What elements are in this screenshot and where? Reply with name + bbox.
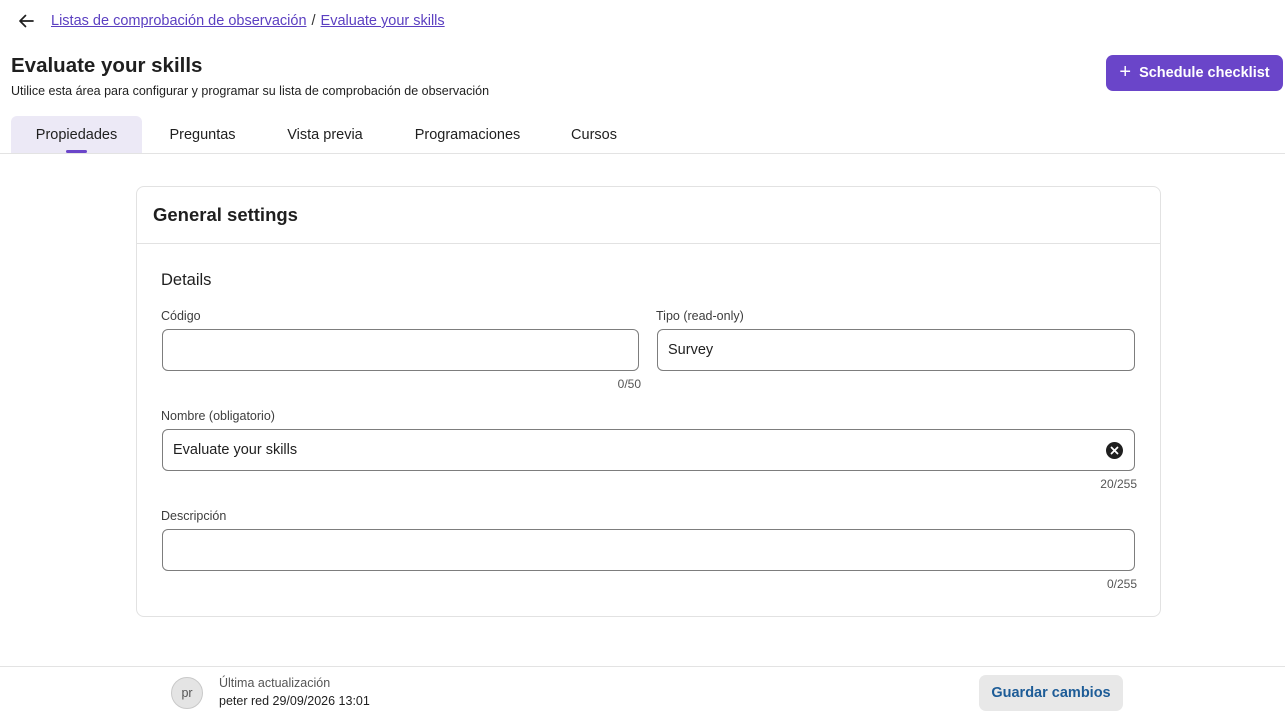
nombre-input[interactable]: Evaluate your skills: [162, 429, 1135, 471]
arrow-left-icon[interactable]: [15, 10, 37, 32]
tab-label: Propiedades: [35, 126, 118, 143]
breadcrumb: Listas de comprobación de observación / …: [0, 0, 1285, 42]
tab-cursos[interactable]: Cursos: [548, 116, 640, 153]
schedule-checklist-button[interactable]: + Schedule checklist: [1106, 55, 1283, 91]
plus-icon: +: [1119, 61, 1132, 83]
codigo-label: Código: [161, 309, 201, 323]
tab-programaciones[interactable]: Programaciones: [387, 116, 548, 153]
breadcrumb-parent-link[interactable]: Listas de comprobación de observación: [51, 13, 307, 29]
tipo-label: Tipo (read-only): [656, 309, 744, 323]
save-changes-button[interactable]: Guardar cambios: [979, 675, 1123, 711]
last-updated-label: Última actualización: [219, 676, 331, 690]
tab-vista-previa[interactable]: Vista previa: [263, 116, 387, 153]
tab-label: Programaciones: [414, 126, 521, 143]
tab-bar: Propiedades Preguntas Vista previa Progr…: [11, 116, 640, 154]
descripcion-label: Descripción: [161, 509, 227, 523]
tab-label: Preguntas: [169, 126, 236, 143]
nombre-counter: 20/255: [1100, 477, 1137, 491]
breadcrumb-separator: /: [311, 13, 316, 29]
tab-preguntas[interactable]: Preguntas: [142, 116, 263, 153]
card-title: General settings: [137, 187, 1160, 244]
descripcion-counter: 0/255: [1106, 577, 1137, 591]
page-title: Evaluate your skills: [11, 54, 203, 77]
tab-label: Vista previa: [287, 126, 363, 143]
codigo-counter: 0/50: [617, 377, 641, 391]
footer-divider: [0, 666, 1285, 667]
descripcion-input[interactable]: [162, 529, 1135, 571]
nombre-input-value: Evaluate your skills: [173, 442, 298, 458]
schedule-checklist-label: Schedule checklist: [1139, 65, 1270, 81]
details-section-title: Details: [161, 271, 212, 289]
close-circle-icon[interactable]: [1106, 442, 1123, 459]
avatar: pr: [171, 677, 203, 709]
page-subtitle: Utilice esta área para configurar y prog…: [11, 84, 490, 98]
general-settings-card: General settings Details Código 0/50 Tip…: [136, 186, 1161, 617]
breadcrumb-current-link[interactable]: Evaluate your skills: [321, 13, 445, 29]
last-updated-value: peter red 29/09/2026 13:01: [219, 694, 370, 708]
codigo-input[interactable]: [162, 329, 639, 371]
nombre-label: Nombre (obligatorio): [161, 409, 275, 423]
tipo-input[interactable]: Survey: [657, 329, 1135, 371]
tabs-divider: [0, 153, 1285, 154]
tab-label: Cursos: [571, 126, 617, 143]
tab-propiedades[interactable]: Propiedades: [11, 116, 142, 153]
